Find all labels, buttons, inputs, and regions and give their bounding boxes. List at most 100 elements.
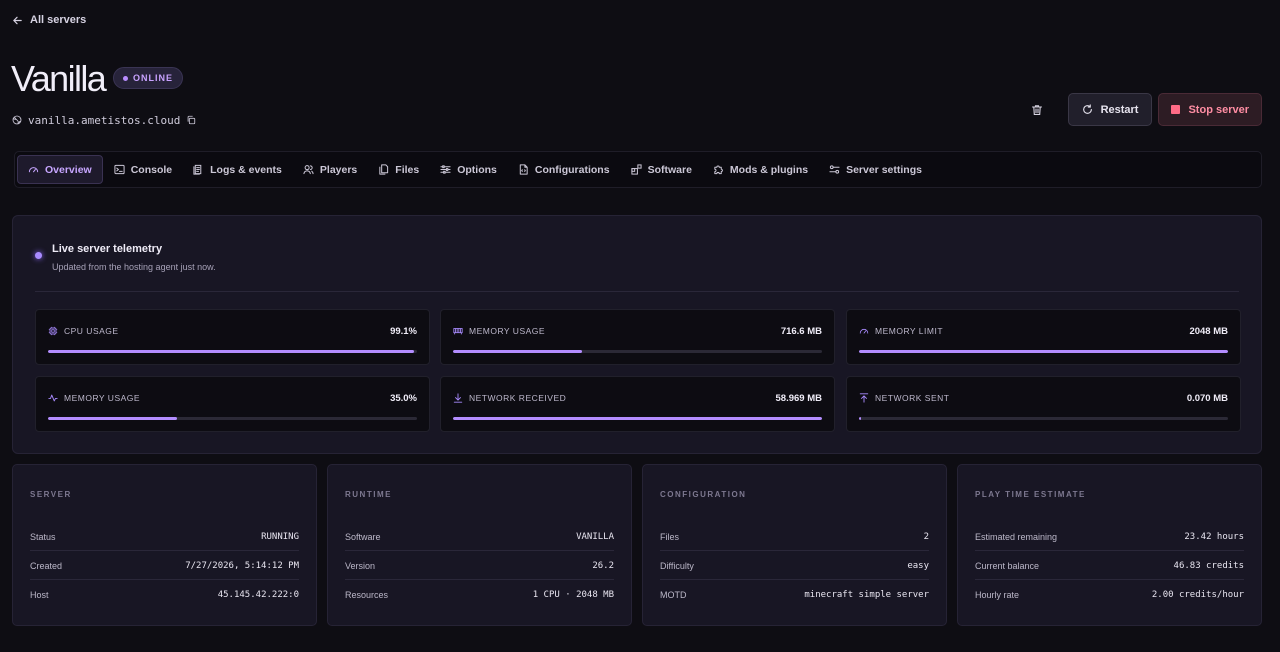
copy-icon[interactable] xyxy=(186,115,196,125)
telemetry-panel: Live server telemetry Updated from the h… xyxy=(12,215,1262,454)
tab-files-label: Files xyxy=(395,163,420,176)
metric-value: 716.6 MB xyxy=(780,326,822,337)
tab-players[interactable]: Players xyxy=(293,155,367,184)
info-value: 46.83 credits xyxy=(1173,560,1244,571)
memory-icon xyxy=(453,326,463,336)
tab-software[interactable]: Software xyxy=(621,155,702,184)
status-badge: ONLINE xyxy=(113,67,184,89)
metric-value: 58.969 MB xyxy=(775,393,822,404)
info-value: 7/27/2026, 5:14:12 PM xyxy=(185,560,299,571)
metric-progress-fill xyxy=(859,417,862,420)
tab-options-label: Options xyxy=(457,163,497,176)
info-value: RUNNING xyxy=(261,531,299,542)
hostname-text: vanilla.ametistos.cloud xyxy=(28,113,181,127)
tab-files[interactable]: Files xyxy=(368,155,429,184)
tab-mods-plugins[interactable]: Mods & plugins xyxy=(703,155,818,184)
back-link[interactable]: All servers xyxy=(12,13,86,27)
info-value: 2.00 credits/hour xyxy=(1151,590,1244,600)
puzzle-icon xyxy=(713,164,724,175)
metric-progress-track xyxy=(453,417,822,420)
stop-server-button-label: Stop server xyxy=(1188,103,1249,116)
tab-players-label: Players xyxy=(319,163,358,176)
info-value: easy xyxy=(907,560,929,571)
logs-icon xyxy=(193,164,204,175)
info-row: Status RUNNING xyxy=(30,523,299,551)
tab-console[interactable]: Console xyxy=(104,155,182,184)
info-key: Difficulty xyxy=(660,560,694,571)
info-value: 45.145.42.222:0 xyxy=(217,590,299,600)
server-hostname: vanilla.ametistos.cloud xyxy=(12,113,196,127)
files-icon xyxy=(378,164,389,175)
info-key: Host xyxy=(30,590,49,600)
info-key: Software xyxy=(345,531,381,542)
metric-progress-track xyxy=(48,417,417,420)
stop-icon xyxy=(1171,105,1181,114)
metric-label: MEMORY LIMIT xyxy=(875,326,944,336)
telemetry-title: Live server telemetry xyxy=(52,243,163,255)
tab-overview[interactable]: Overview xyxy=(17,155,103,184)
restart-button[interactable]: Restart xyxy=(1067,93,1153,126)
tab-configurations[interactable]: Configurations xyxy=(508,155,620,184)
info-row: Difficulty easy xyxy=(660,552,929,580)
cpu-icon xyxy=(48,326,58,336)
info-row: Hourly rate 2.00 credits/hour xyxy=(975,581,1244,609)
restart-button-label: Restart xyxy=(1100,103,1139,116)
metric-progress-fill xyxy=(48,417,178,420)
card-configuration: CONFIGURATION Files 2 Difficulty easy MOTD… xyxy=(642,464,947,626)
refresh-icon xyxy=(1082,104,1093,115)
metric-memory-usage-mb: MEMORY USAGE 716.6 MB xyxy=(440,309,835,365)
info-value: VANILLA xyxy=(576,531,614,542)
info-key: Files xyxy=(660,531,680,542)
info-row: Software VANILLA xyxy=(345,523,614,551)
upload-icon xyxy=(859,393,869,403)
info-key: Current balance xyxy=(975,560,1040,571)
card-heading: PLAY TIME ESTIMATE xyxy=(975,490,1086,499)
metric-value: 99.1% xyxy=(390,326,417,337)
metric-network-received: NETWORK RECEIVED 58.969 MB xyxy=(440,376,835,432)
metric-progress-fill xyxy=(453,417,822,420)
metric-label: MEMORY USAGE xyxy=(64,393,141,403)
info-key: Estimated remaining xyxy=(975,531,1058,542)
tab-logs-events-label: Logs & events xyxy=(210,163,282,176)
globe-icon xyxy=(12,115,22,125)
info-value: 2 xyxy=(923,531,929,542)
stop-server-button[interactable]: Stop server xyxy=(1158,93,1262,126)
metric-value: 35.0% xyxy=(390,393,417,404)
tab-server-settings[interactable]: Server settings xyxy=(819,155,932,184)
status-badge-label: ONLINE xyxy=(133,73,174,83)
metric-progress-track xyxy=(453,350,822,353)
card-play-time-estimate: PLAY TIME ESTIMATE Estimated remaining 23… xyxy=(957,464,1262,626)
tab-software-label: Software xyxy=(647,163,692,176)
metric-cpu-usage: CPU USAGE 99.1% xyxy=(35,309,430,365)
trash-icon xyxy=(1031,104,1043,116)
card-heading: RUNTIME xyxy=(345,490,392,499)
info-key: MOTD xyxy=(660,590,687,600)
status-dot xyxy=(123,75,128,81)
tab-logs-events[interactable]: Logs & events xyxy=(183,155,292,184)
tab-configurations-label: Configurations xyxy=(534,163,610,176)
info-row: Host 45.145.42.222:0 xyxy=(30,581,299,609)
divider xyxy=(35,291,1239,292)
back-link-label: All servers xyxy=(30,14,87,26)
info-value: 1 CPU · 2048 MB xyxy=(532,590,614,600)
card-heading: CONFIGURATION xyxy=(660,490,747,499)
info-row: Version 26.2 xyxy=(345,552,614,580)
metric-memory-limit: MEMORY LIMIT 2048 MB xyxy=(846,309,1241,365)
metric-value: 2048 MB xyxy=(1189,326,1228,337)
info-key: Hourly rate xyxy=(975,590,1020,600)
info-key: Status xyxy=(30,531,56,542)
metric-progress-track xyxy=(859,417,1228,420)
metric-progress-track xyxy=(859,350,1228,353)
gauge-icon xyxy=(28,164,39,175)
tab-options[interactable]: Options xyxy=(430,155,507,184)
info-key: Resources xyxy=(345,590,389,600)
card-heading: SERVER xyxy=(30,490,72,499)
blocks-icon xyxy=(630,164,642,175)
card-server: SERVER Status RUNNING Created 7/27/2026, 5… xyxy=(12,464,317,626)
users-icon xyxy=(303,164,314,175)
arrow-left-icon xyxy=(12,15,23,26)
metric-progress-track xyxy=(48,350,417,353)
tab-overview-label: Overview xyxy=(45,163,92,176)
info-row: Current balance 46.83 credits xyxy=(975,552,1244,580)
delete-server-button[interactable] xyxy=(1020,93,1054,126)
